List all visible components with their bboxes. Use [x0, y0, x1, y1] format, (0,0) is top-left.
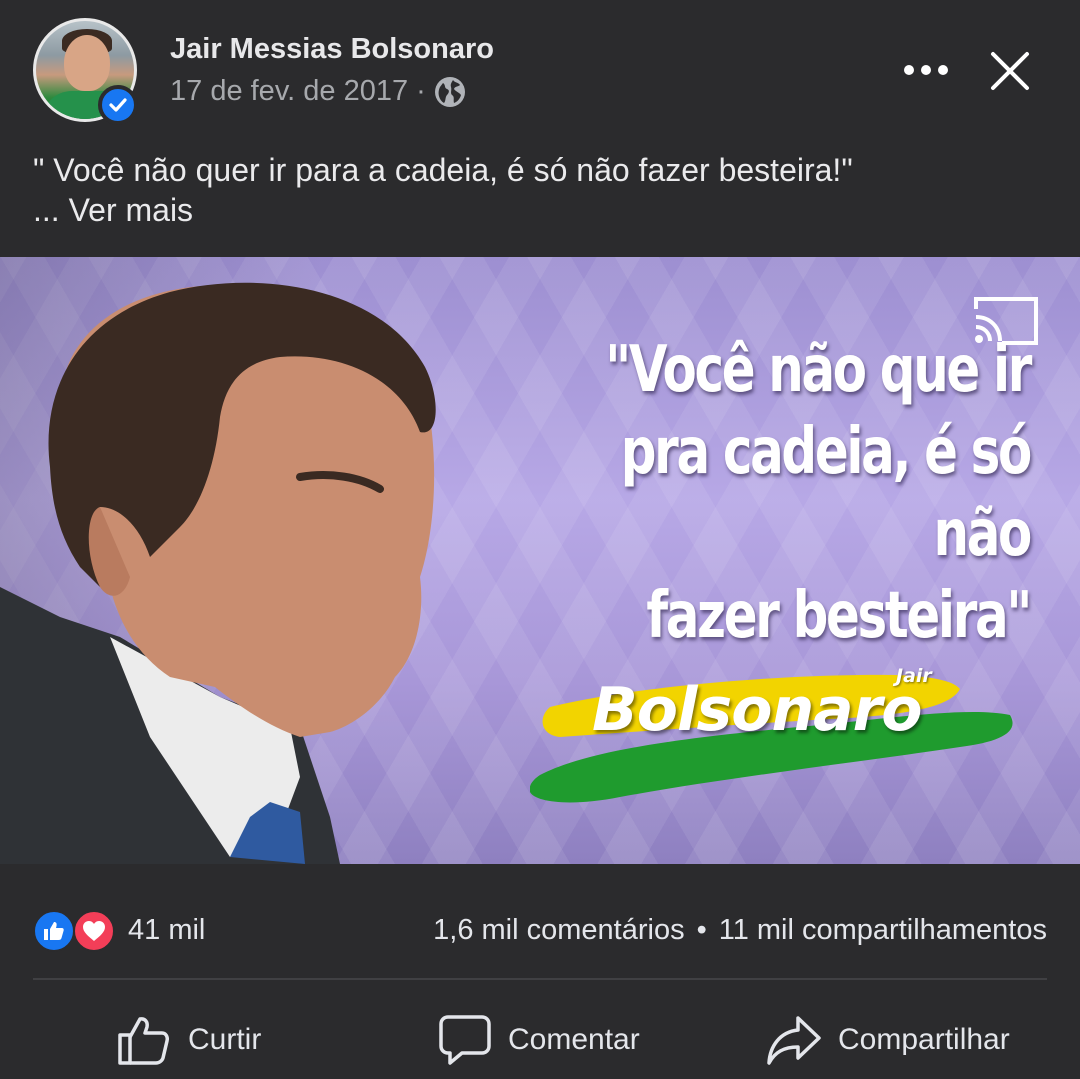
globe-icon: [434, 76, 466, 108]
divider: [33, 978, 1047, 980]
cast-icon[interactable]: [972, 295, 1040, 347]
post-date[interactable]: 17 de fev. de 2017: [170, 75, 408, 108]
logo-small-text: Jair: [896, 665, 932, 687]
comments-count[interactable]: 1,6 mil comentários: [433, 914, 684, 947]
post-text-body: " Você não quer ir para a cadeia, é só n…: [33, 152, 853, 188]
person-photo: [0, 282, 436, 864]
more-options-icon[interactable]: [900, 50, 952, 90]
like-label: Curtir: [188, 1023, 262, 1056]
image-quote-line: pra cadeia, é só não: [620, 415, 1033, 571]
thumbs-up-icon: [116, 1013, 172, 1067]
close-icon[interactable]: [985, 48, 1037, 96]
post-meta: 17 de fev. de 2017 ·: [170, 75, 466, 108]
author-name[interactable]: Jair Messias Bolsonaro: [170, 33, 494, 66]
stats-right: 1,6 mil comentários • 11 mil compartilha…: [433, 914, 1047, 947]
shares-count[interactable]: 11 mil compartilhamentos: [719, 914, 1047, 947]
image-quote: "Você não que ir pra cadeia, é só não fa…: [593, 329, 1033, 657]
logo-text: Bolsonaro: [592, 675, 922, 745]
meta-separator: ·: [416, 75, 426, 107]
like-button[interactable]: Curtir: [116, 1008, 261, 1072]
comment-label: Comentar: [508, 1023, 640, 1056]
comment-button[interactable]: Comentar: [438, 1008, 640, 1072]
post-image[interactable]: "Você não que ir pra cadeia, é só não fa…: [0, 257, 1080, 864]
like-reaction-icon: [33, 910, 75, 952]
action-bar: Curtir Comentar Compartilhar: [0, 1000, 1080, 1079]
bolsonaro-logo: Bolsonaro Jair: [530, 637, 1020, 817]
see-more-link[interactable]: ... Ver mais: [33, 190, 853, 230]
reaction-count[interactable]: 41 mil: [128, 914, 205, 947]
post-stats: 41 mil 1,6 mil comentários • 11 mil comp…: [0, 900, 1080, 962]
love-reaction-icon: [73, 910, 115, 952]
reaction-icons[interactable]: [33, 910, 119, 954]
share-label: Compartilhar: [838, 1023, 1010, 1056]
post-header: Jair Messias Bolsonaro 17 de fev. de 201…: [0, 0, 1080, 140]
verified-badge-icon: [98, 85, 138, 125]
comment-icon: [438, 1013, 492, 1067]
image-quote-line: "Você não que ir: [605, 333, 1032, 407]
stats-dot: •: [696, 914, 707, 946]
post-text: " Você não quer ir para a cadeia, é só n…: [33, 150, 853, 230]
share-arrow-icon: [766, 1014, 822, 1066]
share-button[interactable]: Compartilhar: [766, 1008, 1010, 1072]
